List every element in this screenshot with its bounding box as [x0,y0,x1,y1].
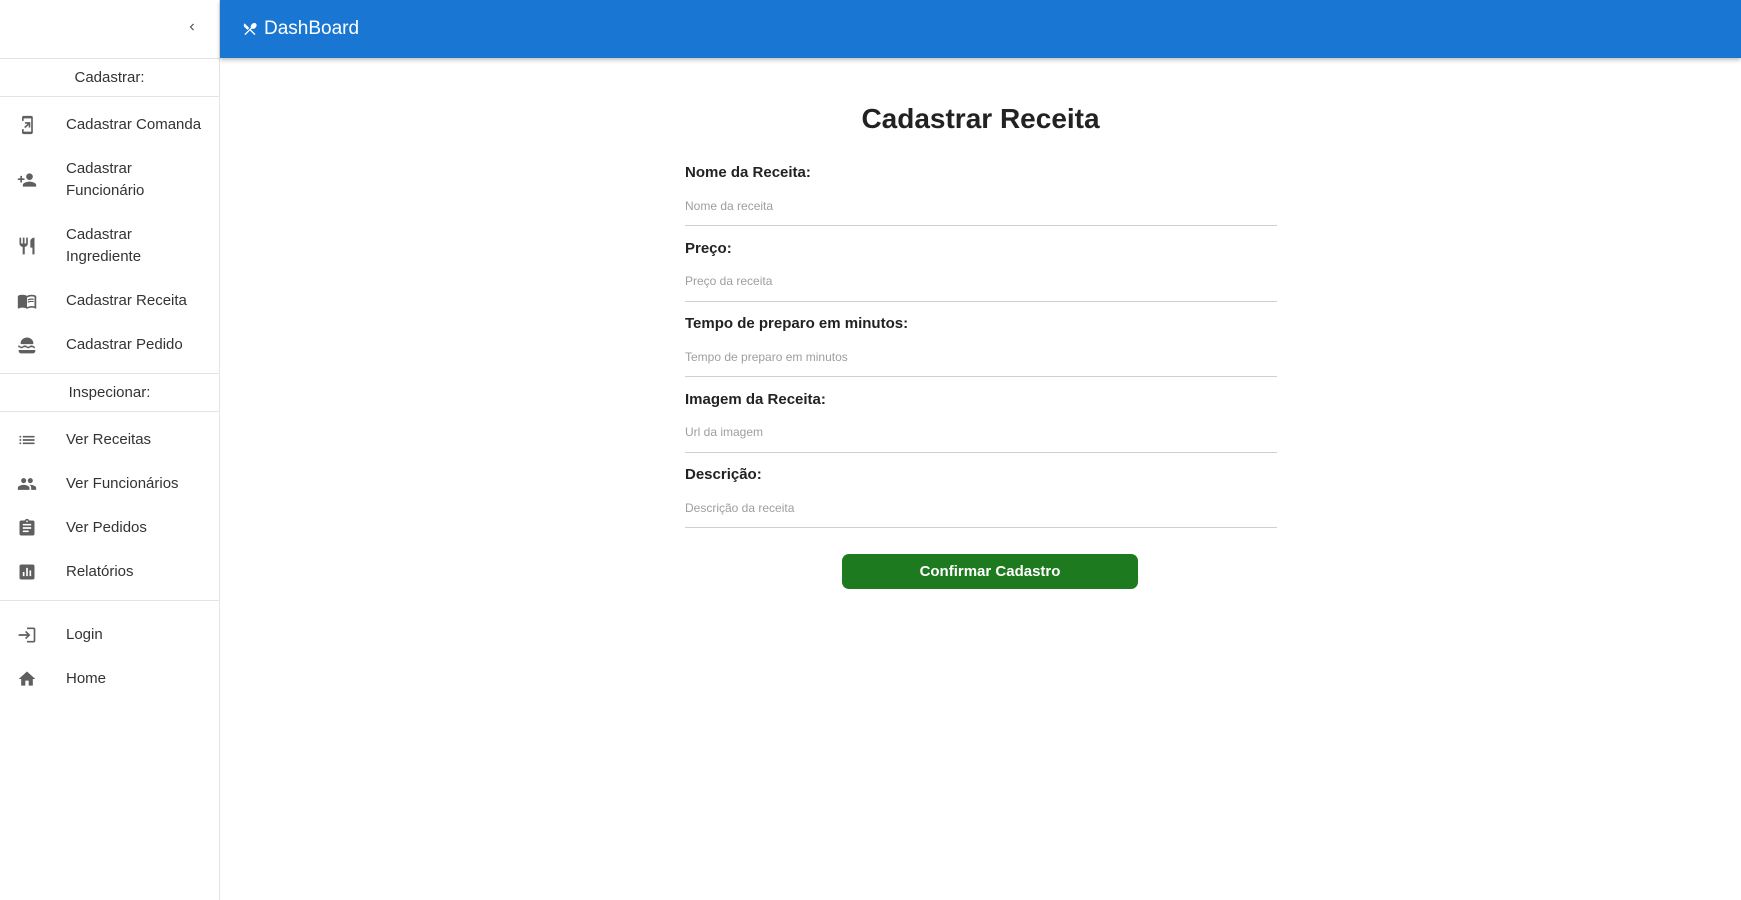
top-app-bar: DashBoard [220,0,1741,58]
prep-time-input[interactable] [685,337,1277,377]
prep-time-field: Tempo de preparo em minutos: [685,314,1277,390]
page-title: Cadastrar Receita [861,103,1100,134]
sidebar-item-cadastrar-funcionario[interactable]: Cadastrar Funcionário [0,147,219,213]
sidebar-item-ver-funcionarios[interactable]: Ver Funcionários [0,462,219,506]
utensils-icon [242,21,258,37]
collapse-sidebar-button[interactable] [179,16,205,42]
sidebar-item-label: Cadastrar Funcionário [66,160,145,199]
description-input[interactable] [685,488,1277,528]
clipboard-icon [16,517,38,539]
recipe-name-input[interactable] [685,186,1277,226]
sidebar-item-label: Login [66,626,103,643]
sidebar: Cadastrar: Cadastrar Comanda Cadastrar F… [0,0,220,900]
nav-list-inspecionar: Ver Receitas Ver Funcionários Ver Pedido… [0,412,219,601]
people-icon [16,473,38,495]
sidebar-item-label: Home [66,670,107,687]
sidebar-header [0,0,219,59]
field-label: Preço: [685,239,732,257]
sidebar-item-cadastrar-comanda[interactable]: Cadastrar Comanda [0,103,219,147]
sidebar-item-cadastrar-ingrediente[interactable]: Cadastrar Ingrediente [0,213,219,279]
login-icon [16,624,38,646]
image-url-input[interactable] [685,412,1277,453]
field-label: Imagem da Receita: [685,390,826,408]
recipe-price-input[interactable] [685,261,1277,302]
tablet-enter-icon [16,114,38,136]
section-header-inspecionar: Inspecionar: [0,374,219,412]
sidebar-item-cadastrar-pedido[interactable]: Cadastrar Pedido [0,323,219,367]
sidebar-item-ver-receitas[interactable]: Ver Receitas [0,418,219,462]
list-icon [16,429,38,451]
main-content: Cadastrar Receita Nome da Receita: Preço… [220,58,1741,900]
app-title: DashBoard [264,18,360,39]
sidebar-item-ver-pedidos[interactable]: Ver Pedidos [0,506,219,550]
menu-book-icon [16,290,38,312]
recipe-description-field: Descrição: [685,465,1277,541]
nav-list-account: Login Home [0,601,219,707]
field-label: Descrição: [685,466,762,483]
recipe-price-field: Preço: [685,239,1277,315]
field-label: Nome da Receita: [685,164,811,181]
fork-knife-icon [16,235,38,257]
section-header-cadastrar: Cadastrar: [0,59,219,97]
sidebar-item-label: Relatórios [66,563,134,580]
confirm-registration-button[interactable]: Confirmar Cadastro [842,554,1138,589]
recipe-image-field: Imagem da Receita: [685,390,1277,466]
sidebar-item-cadastrar-receita[interactable]: Cadastrar Receita [0,279,219,323]
home-icon [16,668,38,690]
sidebar-item-label: Cadastrar Receita [66,292,187,309]
sidebar-item-label: Cadastrar Ingrediente [66,226,142,265]
sidebar-item-relatorios[interactable]: Relatórios [0,550,219,594]
sidebar-item-label: Ver Funcionários [66,475,179,492]
sidebar-item-label: Ver Receitas [66,431,152,448]
sidebar-item-login[interactable]: Login [0,613,219,657]
recipe-form: Nome da Receita: Preço: Tempo de preparo… [685,163,1277,541]
sidebar-item-home[interactable]: Home [0,657,219,701]
chevron-left-icon [185,20,199,39]
sidebar-item-label: Cadastrar Pedido [66,336,183,353]
recipe-name-field: Nome da Receita: [685,163,1277,239]
lunch-dining-icon [16,334,38,356]
sidebar-item-label: Cadastrar Comanda [66,116,202,133]
person-add-icon [16,169,38,191]
nav-list-cadastrar: Cadastrar Comanda Cadastrar Funcionário … [0,97,219,374]
sidebar-item-label: Ver Pedidos [66,519,147,536]
bar-chart-icon [16,561,38,583]
field-label: Tempo de preparo em minutos: [685,315,909,332]
